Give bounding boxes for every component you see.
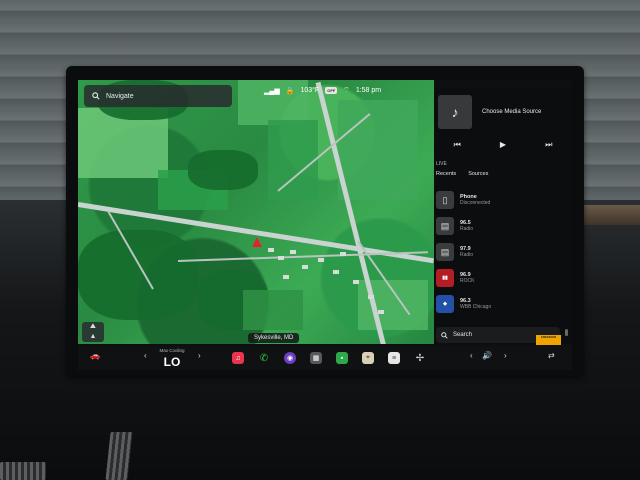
building xyxy=(368,295,374,299)
map-settings-button[interactable]: ⛰ ▲ xyxy=(82,322,104,342)
previous-track-icon[interactable]: ⏮ xyxy=(454,140,461,150)
media-panel: ♪ Choose Media Source ⏮ ▶ ⏭ LIVE Recents… xyxy=(434,87,572,345)
building xyxy=(340,252,346,256)
item-detail: Radio xyxy=(460,226,474,232)
lock-icon: 🔒 xyxy=(285,87,295,95)
location-label: Sykesville, MD xyxy=(248,333,300,343)
item-detail: WBB Chicago xyxy=(460,304,492,310)
volume-down-icon[interactable]: ‹ xyxy=(470,351,473,360)
list-item[interactable]: ▮▮ 96.9 ROCK xyxy=(436,265,570,291)
map-woods xyxy=(78,230,198,320)
map-field xyxy=(338,100,418,200)
list-item[interactable]: ▯ Phone Disconnected xyxy=(436,187,570,213)
tab-recents[interactable]: Recents xyxy=(436,171,456,177)
list-item[interactable]: ▤ 96.5 Radio xyxy=(436,213,570,239)
accelerator-pedal xyxy=(0,462,46,480)
app-launcher-icon[interactable]: ▦ xyxy=(310,352,322,364)
media-source-list: ▯ Phone Disconnected ▤ 96.5 Radio ▤ 97.9… xyxy=(436,187,570,317)
sponsor-badge: FREEDOM xyxy=(536,335,561,345)
next-track-icon[interactable]: ⏭ xyxy=(545,140,552,150)
item-detail: ROCK xyxy=(460,278,475,284)
rock-station-logo: ▮▮ xyxy=(436,269,454,287)
map-field xyxy=(268,120,318,200)
radio-icon: ▤ xyxy=(436,217,454,235)
building xyxy=(353,280,359,284)
temperature-readout: 103°F xyxy=(300,87,320,94)
temp-increase-icon[interactable]: › xyxy=(198,351,201,360)
wifi-icon: ⌔ xyxy=(343,87,350,94)
media-source-title[interactable]: Choose Media Source xyxy=(482,109,541,115)
music-app-icon[interactable]: ♫ xyxy=(232,352,244,364)
search-label: Search xyxy=(453,332,473,338)
navigate-placeholder: Navigate xyxy=(106,92,134,100)
building xyxy=(290,250,296,254)
touchscreen: Navigate ▂▄▆ 🔒 103°F OFF ⌔ 1:58 pm ⛰ ▲ S… xyxy=(78,80,572,370)
phone-app-icon[interactable]: ✆ xyxy=(258,352,270,364)
live-label: LIVE xyxy=(436,161,447,167)
building xyxy=(283,275,289,279)
equalizer-icon[interactable]: ⫼ xyxy=(565,330,568,338)
item-detail: Disconnected xyxy=(460,200,491,206)
map-woods xyxy=(188,150,258,190)
playback-controls: ⏮ ▶ ⏭ xyxy=(434,140,572,150)
list-item[interactable]: ▤ 97.9 Radio xyxy=(436,239,570,265)
radio-icon: ▤ xyxy=(436,243,454,261)
calendar-app-icon[interactable]: ▪ xyxy=(336,352,348,364)
map-layers-icon: ⛰ xyxy=(90,323,96,330)
building xyxy=(318,258,324,262)
climate-label: Max Cooling xyxy=(159,348,185,353)
satellite-map[interactable]: Navigate ▂▄▆ 🔒 103°F OFF ⌔ 1:58 pm ⛰ ▲ S… xyxy=(78,80,434,344)
compass-icon: ▲ xyxy=(89,333,97,340)
list-item[interactable]: ◆ 96.3 WBB Chicago xyxy=(436,291,570,317)
status-bar: ▂▄▆ 🔒 103°F OFF ⌔ 1:58 pm xyxy=(264,86,381,95)
climate-value: LO xyxy=(163,355,181,369)
camera-app-icon[interactable]: ◉ xyxy=(284,352,296,364)
bottom-dock: 🚗 ‹ Max Cooling LO › ♫ ✆ ◉ ▦ ▪ ⌖ ≡ ✢ ‹ 🔊… xyxy=(78,346,572,370)
music-note-icon: ♪ xyxy=(438,95,472,129)
current-location-icon xyxy=(252,237,262,247)
map-field xyxy=(243,290,303,330)
maps-app-icon[interactable]: ⌖ xyxy=(362,352,374,364)
fan-icon[interactable]: ✢ xyxy=(414,352,426,364)
wbbm-station-logo: ◆ xyxy=(436,295,454,313)
building xyxy=(268,248,274,252)
phone-icon: ▯ xyxy=(436,191,454,209)
swap-icon[interactable]: ⇄ xyxy=(548,351,555,360)
building xyxy=(378,310,384,314)
navigate-search-box[interactable]: Navigate xyxy=(84,85,232,107)
car-icon[interactable]: 🚗 xyxy=(90,351,100,360)
passenger-airbag-badge: OFF xyxy=(325,87,338,94)
clock: 1:58 pm xyxy=(355,87,382,94)
building xyxy=(302,265,308,269)
item-detail: Radio xyxy=(460,252,474,258)
building xyxy=(278,256,284,260)
volume-icon[interactable]: 🔊 xyxy=(482,351,492,360)
volume-up-icon[interactable]: › xyxy=(504,351,507,360)
signal-icon: ▂▄▆ xyxy=(264,87,280,95)
media-tabs: Recents Sources xyxy=(436,171,488,177)
building xyxy=(333,270,339,274)
play-icon[interactable]: ▶ xyxy=(500,140,506,150)
dashboard-trim xyxy=(575,205,640,225)
tab-sources[interactable]: Sources xyxy=(468,171,488,177)
search-icon xyxy=(92,92,100,100)
climate-control[interactable]: Max Cooling LO xyxy=(142,348,202,370)
notes-app-icon[interactable]: ≡ xyxy=(388,352,400,364)
search-icon xyxy=(441,331,448,339)
